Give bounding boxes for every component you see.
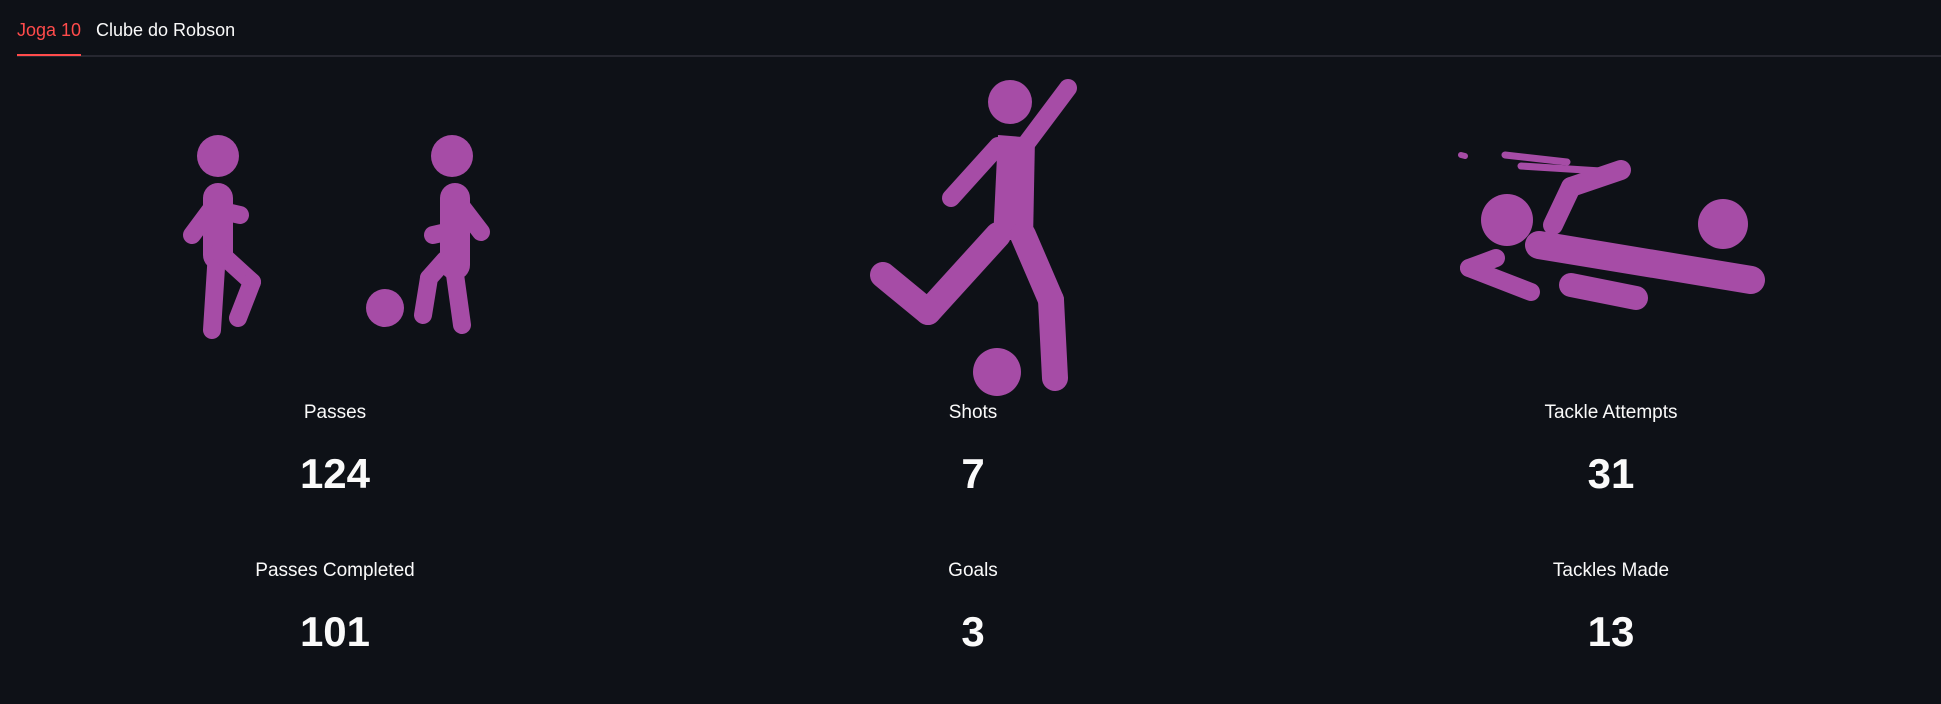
stats-column-passes: Passes 124 Passes Completed 101 xyxy=(15,60,655,704)
metric-value-passes-completed: 101 xyxy=(299,608,371,655)
metric-value-goals: 3 xyxy=(961,608,985,655)
metric-value-passes: 124 xyxy=(299,450,371,497)
metric-label-tackle-attempts: Tackle Attempts xyxy=(1544,402,1678,423)
stats-column-tackles: Tackle Attempts 31 Tackles Made 13 xyxy=(1291,60,1931,704)
tab-joga-10[interactable]: Joga 10 xyxy=(17,20,82,56)
metric-value-tackles-made: 13 xyxy=(1587,608,1635,655)
metric-value-tackle-attempts: 31 xyxy=(1587,450,1635,497)
sliding-tackle-icon xyxy=(1291,60,1931,400)
tab-clube-do-robson[interactable]: Clube do Robson xyxy=(96,20,235,41)
metric-label-goals: Goals xyxy=(948,560,998,581)
tab-bar: Joga 10 Clube do Robson xyxy=(17,0,1941,57)
two-players-passing-icon xyxy=(15,60,655,400)
player-kicking-ball-icon xyxy=(653,60,1293,400)
metric-label-tackles-made: Tackles Made xyxy=(1552,560,1670,581)
metric-value-shots: 7 xyxy=(961,450,985,497)
metric-label-shots: Shots xyxy=(948,402,998,423)
metric-label-passes: Passes xyxy=(303,402,367,423)
stats-column-shots: Shots 7 Goals 3 xyxy=(653,60,1293,704)
metric-label-passes-completed: Passes Completed xyxy=(255,560,415,581)
